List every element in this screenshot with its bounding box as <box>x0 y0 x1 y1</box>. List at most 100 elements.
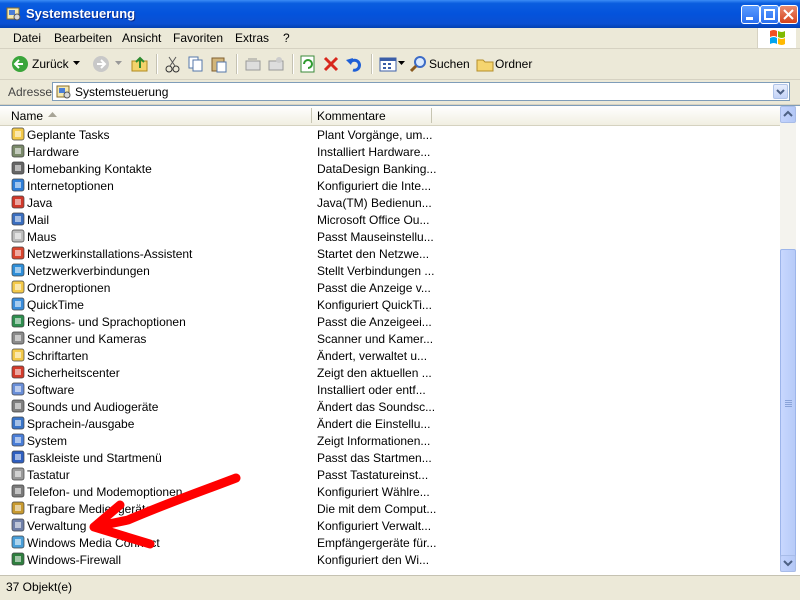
address-input[interactable]: Systemsteuerung <box>52 82 790 101</box>
item-name[interactable]: Ordneroptionen <box>27 281 110 295</box>
list-item[interactable]: Verwaltung Konfiguriert Verwalt... <box>0 517 780 534</box>
item-name[interactable]: Sicherheitscenter <box>27 366 120 380</box>
list-item[interactable]: Internetoptionen Konfiguriert die Inte... <box>0 177 780 194</box>
admin-tools-icon <box>11 518 25 532</box>
address-bar: Adresse Systemsteuerung <box>0 80 800 105</box>
column-name-header[interactable]: Name <box>11 109 43 123</box>
list-item[interactable]: Mail Microsoft Office Ou... <box>0 211 780 228</box>
list-item[interactable]: Scanner und Kameras Scanner und Kamer... <box>0 330 780 347</box>
item-name[interactable]: Sounds und Audiogeräte <box>27 400 158 414</box>
scroll-down-button[interactable] <box>780 555 796 572</box>
item-name[interactable]: Java <box>27 196 52 210</box>
folders-button[interactable]: Ordner <box>476 54 534 74</box>
close-button[interactable] <box>779 5 798 24</box>
item-name[interactable]: Netzwerkinstallations-Assistent <box>27 247 192 261</box>
maximize-button[interactable] <box>760 5 779 24</box>
item-name[interactable]: Software <box>27 383 74 397</box>
item-name[interactable]: Netzwerkverbindungen <box>27 264 150 278</box>
menu-extras[interactable]: Extras <box>235 31 269 45</box>
menu-datei[interactable]: Datei <box>13 31 41 45</box>
list-item[interactable]: Schriftarten Ändert, verwaltet u... <box>0 347 780 364</box>
item-name[interactable]: Taskleiste und Startmenü <box>27 451 162 465</box>
list-item[interactable]: Sicherheitscenter Zeigt den aktuellen ... <box>0 364 780 381</box>
item-name[interactable]: QuickTime <box>27 298 84 312</box>
list-item[interactable]: Tragbare Mediengeräte Die mit dem Comput.… <box>0 500 780 517</box>
address-dropdown-button[interactable] <box>773 84 788 99</box>
list-item[interactable]: System Zeigt Informationen... <box>0 432 780 449</box>
item-name[interactable]: Geplante Tasks <box>27 128 110 142</box>
item-name[interactable]: Schriftarten <box>27 349 88 363</box>
cut-button[interactable] <box>164 54 182 74</box>
column-comments-header[interactable]: Kommentare <box>317 109 386 123</box>
minimize-button[interactable] <box>741 5 760 24</box>
copy-to-button[interactable] <box>267 54 285 74</box>
views-button[interactable] <box>379 54 405 74</box>
undo-button[interactable] <box>345 54 363 74</box>
item-name[interactable]: System <box>27 434 67 448</box>
security-center-icon <box>11 365 25 379</box>
column-divider[interactable] <box>311 108 312 123</box>
folder-icon <box>476 59 494 72</box>
list-item[interactable]: Telefon- und Modemoptionen Konfiguriert W… <box>0 483 780 500</box>
item-name[interactable]: Mail <box>27 213 49 227</box>
move-to-button[interactable] <box>244 54 262 74</box>
vertical-scrollbar[interactable] <box>780 106 796 572</box>
scroll-thumb[interactable] <box>780 249 796 564</box>
forward-button[interactable] <box>92 54 122 74</box>
list-item[interactable]: Geplante Tasks Plant Vorgänge, um... <box>0 126 780 143</box>
item-comment: Zeigt Informationen... <box>317 434 431 448</box>
item-name[interactable]: Regions- und Sprachoptionen <box>27 315 186 329</box>
item-name[interactable]: Maus <box>27 230 56 244</box>
list-item[interactable]: Taskleiste und Startmenü Passt das Startm… <box>0 449 780 466</box>
paste-button[interactable] <box>210 54 228 74</box>
list-item[interactable]: Netzwerkinstallations-Assistent Startet d… <box>0 245 780 262</box>
menu-ansicht[interactable]: Ansicht <box>122 31 161 45</box>
list-item[interactable]: Homebanking Kontakte DataDesign Banking..… <box>0 160 780 177</box>
list-item[interactable]: Sounds und Audiogeräte Ändert das Soundsc… <box>0 398 780 415</box>
refresh-button[interactable] <box>299 54 317 74</box>
menu-help[interactable]: ? <box>283 31 290 45</box>
item-comment: Installiert Hardware... <box>317 145 431 159</box>
list-item[interactable]: Windows-Firewall Konfiguriert den Wi... <box>0 551 780 568</box>
item-comment: Zeigt den aktuellen ... <box>317 366 432 380</box>
item-name[interactable]: Tastatur <box>27 468 70 482</box>
list-item[interactable]: Netzwerkverbindungen Stellt Verbindungen … <box>0 262 780 279</box>
item-name[interactable]: Scanner und Kameras <box>27 332 146 346</box>
windows-logo <box>757 28 796 48</box>
item-name[interactable]: Verwaltung <box>27 519 86 533</box>
list-item[interactable]: Maus Passt Mauseinstellu... <box>0 228 780 245</box>
search-label: Suchen <box>429 57 470 71</box>
list-item[interactable]: Windows Media Connect Empfängergeräte für… <box>0 534 780 551</box>
item-name[interactable]: Sprachein-/ausgabe <box>27 417 134 431</box>
copy-button[interactable] <box>187 54 205 74</box>
up-button[interactable] <box>131 54 151 74</box>
list-item[interactable]: Java Java(TM) Bedienun... <box>0 194 780 211</box>
list-item[interactable]: Tastatur Passt Tastatureinst... <box>0 466 780 483</box>
back-button[interactable]: Zurück <box>11 54 83 74</box>
item-name[interactable]: Internetoptionen <box>27 179 114 193</box>
item-name[interactable]: Homebanking Kontakte <box>27 162 152 176</box>
list-item[interactable]: QuickTime Konfiguriert QuickTi... <box>0 296 780 313</box>
menu-favoriten[interactable]: Favoriten <box>173 31 223 45</box>
list-item[interactable]: Ordneroptionen Passt die Anzeige v... <box>0 279 780 296</box>
undo-icon <box>346 58 361 72</box>
item-name[interactable]: Telefon- und Modemoptionen <box>27 485 182 499</box>
title-bar[interactable]: Systemsteuerung <box>0 0 800 28</box>
list-item[interactable]: Hardware Installiert Hardware... <box>0 143 780 160</box>
list-item[interactable]: Software Installiert oder entf... <box>0 381 780 398</box>
scroll-up-button[interactable] <box>780 106 796 123</box>
search-button[interactable]: Suchen <box>410 54 470 74</box>
item-name[interactable]: Windows-Firewall <box>27 553 121 567</box>
column-divider[interactable] <box>431 108 432 123</box>
menu-bearbeiten[interactable]: Bearbeiten <box>54 31 112 45</box>
delete-button[interactable] <box>322 54 340 74</box>
item-name[interactable]: Hardware <box>27 145 79 159</box>
item-comment: Passt das Startmen... <box>317 451 432 465</box>
chevron-down-icon <box>776 89 785 95</box>
item-name[interactable]: Windows Media Connect <box>27 536 160 550</box>
item-name[interactable]: Tragbare Mediengeräte <box>27 502 152 516</box>
item-comment: Ändert das Soundsc... <box>317 400 436 414</box>
list-item[interactable]: Regions- und Sprachoptionen Passt die Anz… <box>0 313 780 330</box>
item-comment: Plant Vorgänge, um... <box>317 128 433 142</box>
list-item[interactable]: Sprachein-/ausgabe Ändert die Einstellu..… <box>0 415 780 432</box>
